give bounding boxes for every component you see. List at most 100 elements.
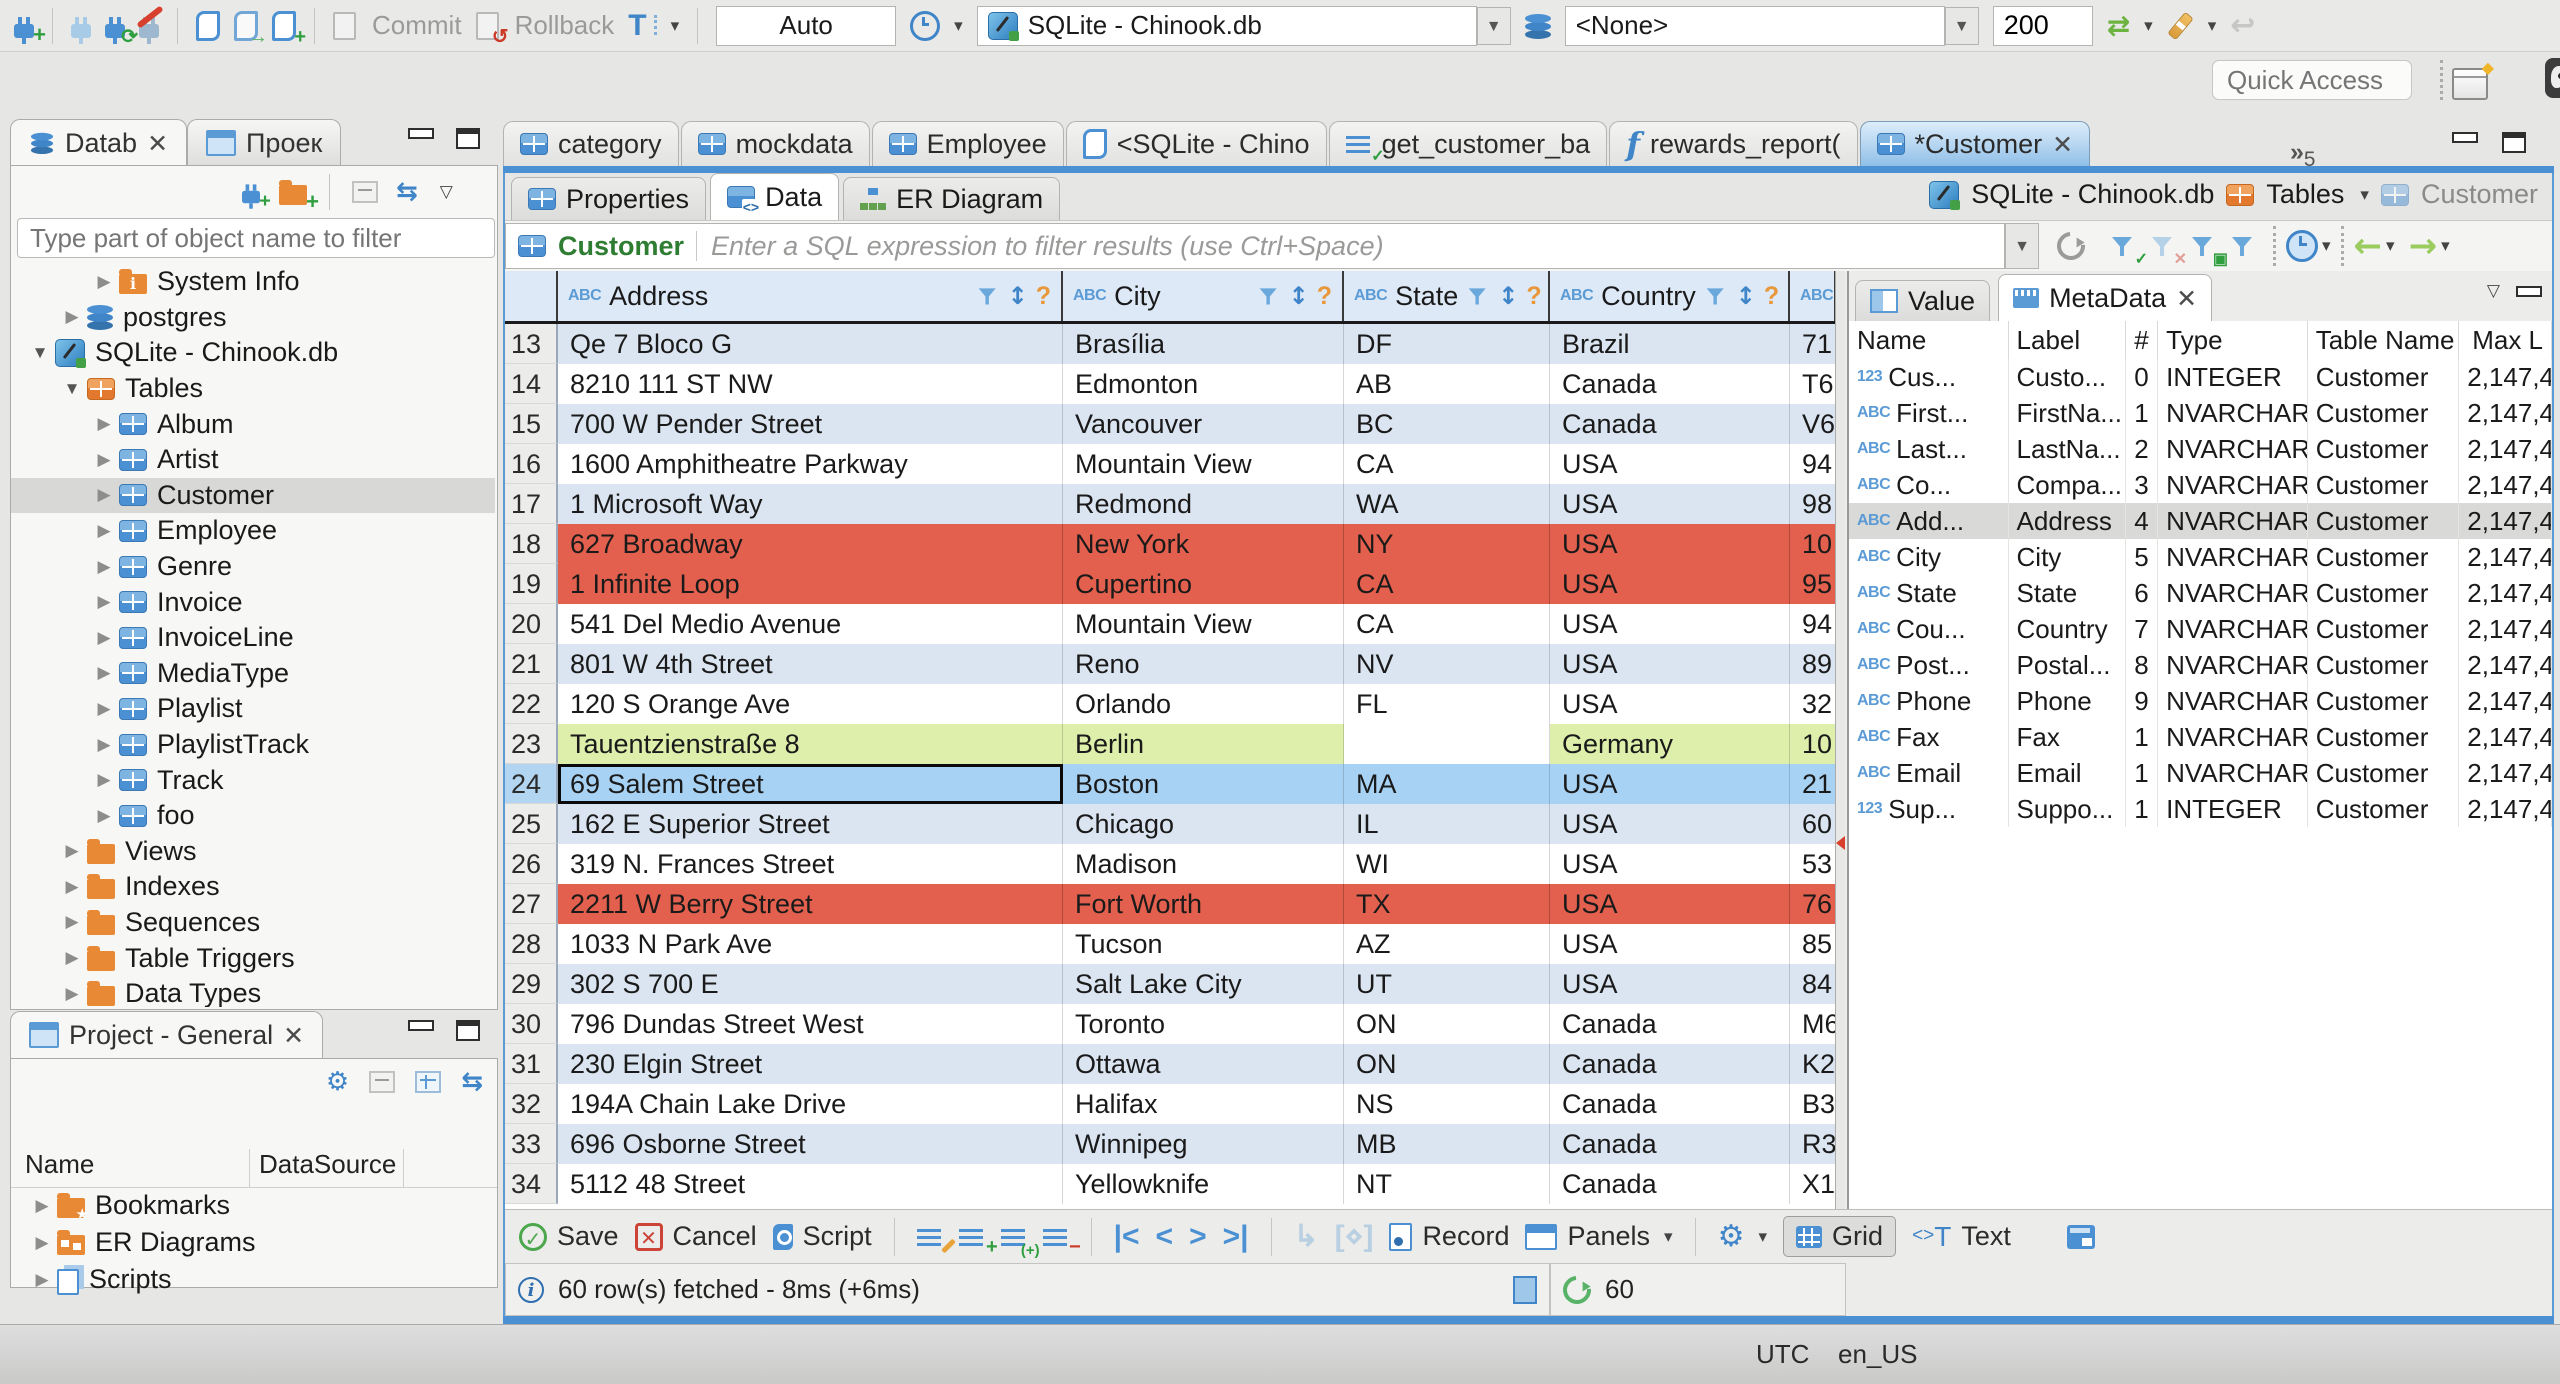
grid-cell[interactable]: Canada <box>1550 404 1790 444</box>
grid-cell[interactable]: Ottawa <box>1063 1044 1344 1084</box>
column-header-country[interactable]: ABC Country ↕? <box>1550 271 1790 321</box>
grid-cell[interactable]: Toronto <box>1063 1004 1344 1044</box>
grid-cell[interactable]: MA <box>1344 764 1550 804</box>
row-number[interactable]: 33 <box>505 1124 558 1164</box>
view-menu-icon[interactable]: ▽ <box>2487 281 2500 301</box>
sync-connection-button[interactable]: ⇄ ▾ <box>2107 9 2153 42</box>
row-number[interactable]: 13 <box>505 324 558 364</box>
text-mode-button[interactable]: <>T Text <box>1912 1221 2011 1253</box>
grid-cell[interactable]: Yellowknife <box>1063 1164 1344 1204</box>
tab-data[interactable]: Data <box>710 173 840 220</box>
settings-button[interactable]: ⚙ ▾ <box>1718 1219 1767 1254</box>
tree-item-playlist[interactable]: ▶ Playlist <box>11 691 495 727</box>
row-number[interactable]: 34 <box>505 1164 558 1204</box>
chevron-down-icon[interactable]: ▾ <box>2386 236 2395 256</box>
schema-combo-arrow[interactable]: ▼ <box>1944 6 1979 45</box>
grid-cell[interactable] <box>1344 724 1550 764</box>
row-number[interactable]: 30 <box>505 1004 558 1044</box>
meta-row[interactable]: ABC Last... LastNa... 2 NVARCHAR Customer 2,14… <box>1849 431 2552 467</box>
expand-arrow-icon[interactable]: ▶ <box>27 1233 57 1253</box>
breadcrumb-container[interactable]: Tables <box>2266 179 2344 210</box>
grid-scrollbar[interactable] <box>1835 271 1845 1209</box>
column-help-icon[interactable]: ? <box>1036 282 1051 311</box>
expand-arrow-icon[interactable]: ▶ <box>89 592 119 612</box>
row-number[interactable]: 27 <box>505 884 558 924</box>
commit-button[interactable]: Commit <box>333 10 462 41</box>
grid-cell[interactable]: Berlin <box>1063 724 1344 764</box>
maximize-icon[interactable] <box>456 128 480 149</box>
editor-tab-rewardsreport[interactable]: f rewards_report( <box>1609 121 1858 166</box>
grid-cell[interactable]: USA <box>1550 604 1790 644</box>
expand-arrow-icon[interactable]: ▶ <box>57 877 87 897</box>
row-number[interactable]: 15 <box>505 404 558 444</box>
expand-arrow-icon[interactable]: ▶ <box>89 735 119 755</box>
grid-cell[interactable]: WI <box>1344 844 1550 884</box>
disconnect-icon[interactable] <box>136 4 164 44</box>
grid-cell[interactable]: NS <box>1344 1084 1550 1124</box>
grid-cell[interactable]: Madison <box>1063 844 1344 884</box>
tree-item-tables[interactable]: ▼ Tables <box>11 371 495 407</box>
auto-refresh-icon[interactable] <box>2286 230 2318 262</box>
tree-item-systeminfo[interactable]: ▶ System Info <box>11 264 495 300</box>
column-filter-icon[interactable] <box>1258 286 1278 306</box>
row-number[interactable]: 24 <box>505 764 558 804</box>
grid-cell[interactable]: Tauentzienstraße 8 <box>558 724 1063 764</box>
view-menu-icon[interactable]: ▽ <box>440 182 453 202</box>
column-header-postal[interactable]: ABC <box>1790 271 1836 321</box>
expand-arrow-icon[interactable]: ▶ <box>89 272 119 292</box>
grid-cell[interactable]: NT <box>1344 1164 1550 1204</box>
row-number[interactable]: 23 <box>505 724 558 764</box>
row-number[interactable]: 29 <box>505 964 558 1004</box>
grid-cell[interactable]: FL <box>1344 684 1550 724</box>
expand-arrow-icon[interactable]: ▶ <box>89 628 119 648</box>
meta-row[interactable]: ABC Cou... Country7NVARCHARCustomer2,147,4… <box>1849 611 2552 647</box>
grid-cell[interactable]: 5112 48 Street <box>558 1164 1063 1204</box>
close-icon[interactable]: ✕ <box>147 129 168 158</box>
save-filter-icon[interactable]: ▣ <box>2191 234 2228 268</box>
grid-cell[interactable]: 76 <box>1790 884 1836 924</box>
column-sort-icon[interactable]: ↕ <box>1008 282 1028 310</box>
editor-tab-sqlitechino[interactable]: <SQLite - Chino <box>1065 121 1327 166</box>
connection-combo[interactable]: SQLite - Chinook.db <box>976 5 1477 46</box>
grid-cell[interactable]: USA <box>1550 964 1790 1004</box>
tab-projects[interactable]: Проек <box>187 119 342 166</box>
record-button[interactable]: Record <box>1389 1221 1509 1252</box>
filter-history-arrow[interactable]: ▼ <box>2005 223 2039 269</box>
grid-cell[interactable]: 319 N. Frances Street <box>558 844 1063 884</box>
editor-tab-getcustomerba[interactable]: ✓ get_customer_ba <box>1328 121 1608 166</box>
schema-combo[interactable]: <None> <box>1564 5 1945 46</box>
grid-cell[interactable]: 796 Dundas Street West <box>558 1004 1063 1044</box>
tab-project-general[interactable]: Project - General ✕ <box>10 1011 324 1058</box>
grid-cell[interactable]: BC <box>1344 404 1550 444</box>
collapse-arrow-icon[interactable]: ▼ <box>57 379 87 399</box>
expand-arrow-icon[interactable]: ▶ <box>89 557 119 577</box>
row-number[interactable]: 16 <box>505 444 558 484</box>
meta-column-[interactable]: # <box>2126 321 2159 359</box>
grid-cell[interactable]: Fort Worth <box>1063 884 1344 924</box>
close-icon[interactable]: ✕ <box>2052 130 2073 159</box>
grid-cell[interactable]: 32 <box>1790 684 1836 724</box>
editor-tab-customer[interactable]: *Customer ✕ <box>1859 121 2091 166</box>
object-filter-input[interactable] <box>17 218 495 258</box>
grid-cell[interactable]: 71 <box>1790 324 1836 364</box>
grid-cell[interactable]: DF <box>1344 324 1550 364</box>
expand-arrow-icon[interactable]: ▶ <box>89 521 119 541</box>
next-page-icon[interactable]: → <box>2409 226 2438 266</box>
open-perspective-icon[interactable] <box>2452 58 2494 100</box>
custom-filter-icon[interactable] <box>2231 234 2255 258</box>
fetch-page-icon[interactable]: ↳ <box>1294 1219 1319 1254</box>
editor-tab-employee[interactable]: Employee <box>871 121 1064 166</box>
tree-item-sequences[interactable]: ▶ Sequences <box>11 905 495 941</box>
project-item-erdiagrams[interactable]: ▶ ER Diagrams <box>11 1224 497 1261</box>
grid-cell[interactable]: T6 <box>1790 364 1836 404</box>
project-item-bookmarks[interactable]: ▶ Bookmarks <box>11 1187 497 1224</box>
meta-column-label[interactable]: Label <box>2009 321 2127 359</box>
new-folder-icon[interactable]: + <box>279 179 319 214</box>
column-header-state[interactable]: ABC State ↕? <box>1344 271 1550 321</box>
grid-cell[interactable]: 2211 W Berry Street <box>558 884 1063 924</box>
column-datasource[interactable]: DataSource <box>259 1149 396 1180</box>
grid-cell[interactable]: 60 <box>1790 804 1836 844</box>
grid-cell[interactable]: Canada <box>1550 1124 1790 1164</box>
grid-cell[interactable]: 89 <box>1790 644 1836 684</box>
expand-arrow-icon[interactable]: ▶ <box>57 841 87 861</box>
